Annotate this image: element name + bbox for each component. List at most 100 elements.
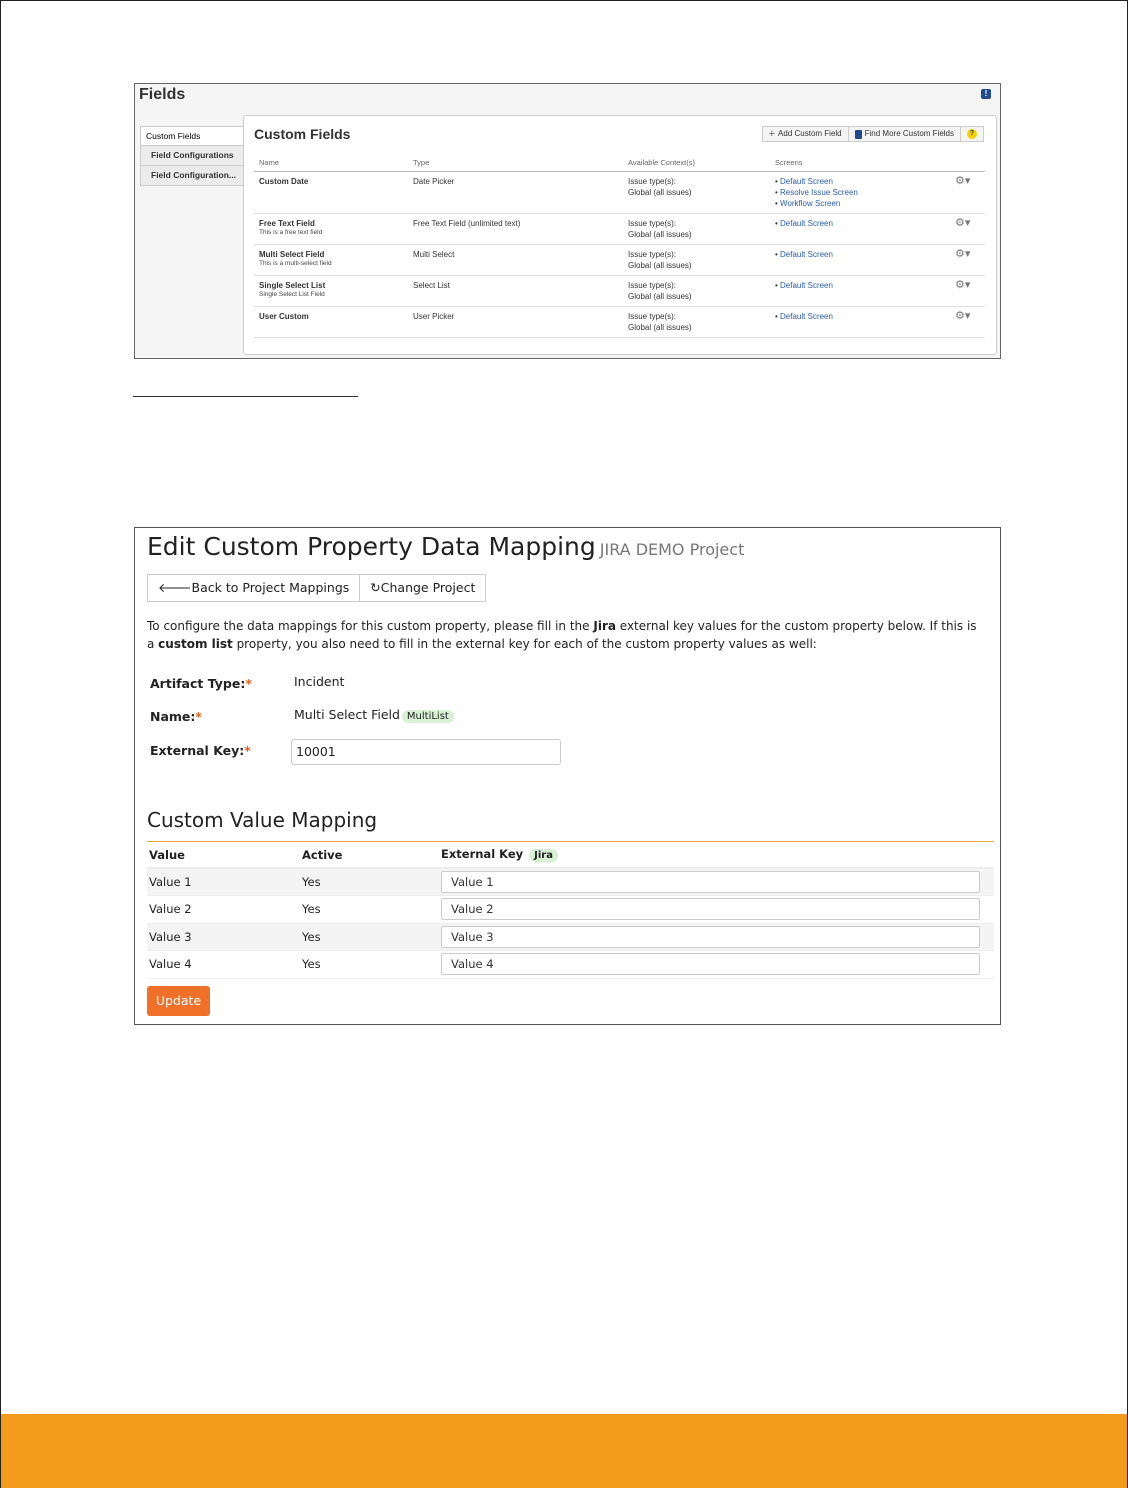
change-project-button[interactable]: ↻Change Project: [360, 574, 487, 602]
external-key-field[interactable]: Value 3: [441, 925, 980, 948]
refresh-icon: ↻: [370, 580, 381, 595]
project-name: JIRA DEMO Project: [599, 540, 745, 559]
table-row: Single Select List Single Select List Fie…: [254, 275, 985, 307]
field-type: Free Text Field (unlimited text): [408, 213, 623, 245]
column-header-type: Type: [408, 154, 623, 172]
help-icon: ?: [967, 129, 977, 139]
screen-link[interactable]: Default Screen: [775, 218, 945, 229]
field-description: This is a free text field: [259, 229, 323, 236]
arrow-left-icon: 🡐: [158, 580, 192, 595]
gear-icon[interactable]: ⚙▾: [955, 175, 970, 187]
field-name: Multi Select Field: [259, 250, 325, 259]
value-cell: Value 4: [147, 950, 300, 979]
context-label: Issue type(s):: [628, 219, 677, 228]
context-label: Issue type(s):: [628, 250, 677, 259]
column-header-screens: Screens: [770, 154, 950, 172]
context-label: Issue type(s):: [628, 177, 677, 186]
field-type: User Picker: [408, 306, 623, 338]
field-type: Select List: [408, 275, 623, 307]
screens-list: Default Screen Resolve Issue Screen Work…: [775, 176, 945, 209]
active-cell: Yes: [300, 923, 439, 951]
help-button[interactable]: ?: [961, 126, 984, 142]
screen-link[interactable]: Default Screen: [775, 280, 945, 291]
table-row: User Custom User Picker Issue type(s): Gl…: [254, 306, 985, 338]
field-name: Single Select List: [259, 281, 326, 290]
field-name: User Custom: [259, 312, 309, 321]
marketplace-icon: [854, 129, 862, 139]
column-header-value: Value: [147, 842, 300, 869]
table-row: Value 4 Yes Value 4: [147, 950, 994, 979]
artifact-type-label: Artifact Type:*: [150, 676, 252, 691]
context-value: Global (all issues): [628, 230, 692, 239]
context-value: Global (all issues): [628, 292, 692, 301]
screen-link[interactable]: Workflow Screen: [775, 198, 945, 209]
name-label: Name:*: [150, 709, 202, 724]
active-cell: Yes: [300, 895, 439, 924]
table-row: Multi Select Field This is a multi-select…: [254, 244, 985, 276]
add-custom-field-button[interactable]: + Add Custom Field: [761, 126, 849, 142]
field-type: Date Picker: [408, 171, 623, 214]
active-cell: Yes: [300, 950, 439, 979]
table-row: Free Text Field This is a free text field…: [254, 213, 985, 245]
artifact-type-value: Incident: [294, 674, 345, 689]
back-to-project-mappings-button[interactable]: 🡐Back to Project Mappings: [147, 574, 361, 602]
required-marker: *: [195, 709, 202, 724]
sidebar-item-field-configurations[interactable]: Field Configurations: [140, 146, 244, 166]
gear-icon[interactable]: ⚙▾: [955, 248, 970, 260]
panel-toolbar: + Add Custom Field Find More Custom Field…: [761, 126, 984, 142]
column-header-active: Active: [300, 842, 439, 869]
page-title: Edit Custom Property Data Mapping JIRA DE…: [147, 532, 745, 561]
screen-link[interactable]: Default Screen: [775, 176, 945, 187]
table-row: Value 1 Yes Value 1: [147, 868, 994, 896]
screen-link[interactable]: Default Screen: [775, 249, 945, 260]
screens-list: Default Screen: [775, 249, 945, 260]
context-value: Global (all issues): [628, 188, 692, 197]
context-value: Global (all issues): [628, 323, 692, 332]
update-button[interactable]: Update: [147, 986, 210, 1016]
type-badge: MultiList: [401, 710, 454, 723]
table-row: Custom Date Date Picker Issue type(s): Gl…: [254, 171, 985, 214]
nav-button-group: 🡐Back to Project Mappings ↻Change Projec…: [147, 574, 487, 602]
footer-bar: [1, 1414, 1127, 1488]
field-name: Free Text Field: [259, 219, 315, 228]
table-row: Value 3 Yes Value 3: [147, 923, 994, 951]
external-key-field[interactable]: Value 1: [441, 871, 980, 893]
column-header-context: Available Context(s): [623, 154, 770, 172]
instructions: To configure the data mappings for this …: [147, 619, 977, 651]
external-key-label: External Key:*: [150, 743, 251, 758]
divider: [133, 396, 358, 397]
context-value: Global (all issues): [628, 261, 692, 270]
gear-icon[interactable]: ⚙▾: [955, 279, 970, 291]
value-cell: Value 1: [147, 868, 300, 896]
sidebar-item-custom-fields[interactable]: Custom Fields: [140, 126, 245, 146]
custom-fields-table: Name Type Available Context(s) Screens C…: [254, 154, 985, 338]
external-key-input[interactable]: 10001: [291, 739, 561, 765]
field-description: Single Select List Field: [259, 291, 325, 298]
column-header-external-key: External Key Jira: [439, 842, 994, 869]
panel-title: Custom Fields: [254, 126, 351, 142]
gear-icon[interactable]: ⚙▾: [955, 217, 970, 229]
screen-link[interactable]: Default Screen: [775, 311, 945, 322]
name-value: Multi Select Field MultiList: [294, 707, 454, 723]
find-more-custom-fields-button[interactable]: Find More Custom Fields: [848, 126, 961, 142]
required-marker: *: [245, 676, 252, 691]
active-cell: Yes: [300, 868, 439, 896]
screen-link[interactable]: Resolve Issue Screen: [775, 187, 945, 198]
feedback-icon[interactable]: !: [981, 89, 991, 99]
external-key-field[interactable]: Value 2: [441, 898, 980, 921]
gear-icon[interactable]: ⚙▾: [955, 310, 970, 322]
custom-fields-panel: Custom Fields + Add Custom Field Find Mor…: [243, 115, 997, 355]
sidebar-item-field-configuration-schemes[interactable]: Field Configuration...: [140, 166, 244, 186]
value-cell: Value 2: [147, 895, 300, 924]
column-header-name: Name: [254, 154, 408, 172]
value-mapping-table: Value Active External Key Jira Value 1 Y…: [147, 842, 994, 979]
screens-list: Default Screen: [775, 218, 945, 229]
table-row: Value 2 Yes Value 2: [147, 895, 994, 924]
external-key-field[interactable]: Value 4: [441, 953, 980, 976]
jira-fields-screenshot: Fields ! Custom Fields Field Configurati…: [134, 83, 1001, 359]
required-marker: *: [244, 743, 251, 758]
value-cell: Value 3: [147, 923, 300, 951]
jira-badge: Jira: [529, 849, 558, 862]
plus-icon: +: [768, 128, 776, 140]
context-label: Issue type(s):: [628, 281, 677, 290]
